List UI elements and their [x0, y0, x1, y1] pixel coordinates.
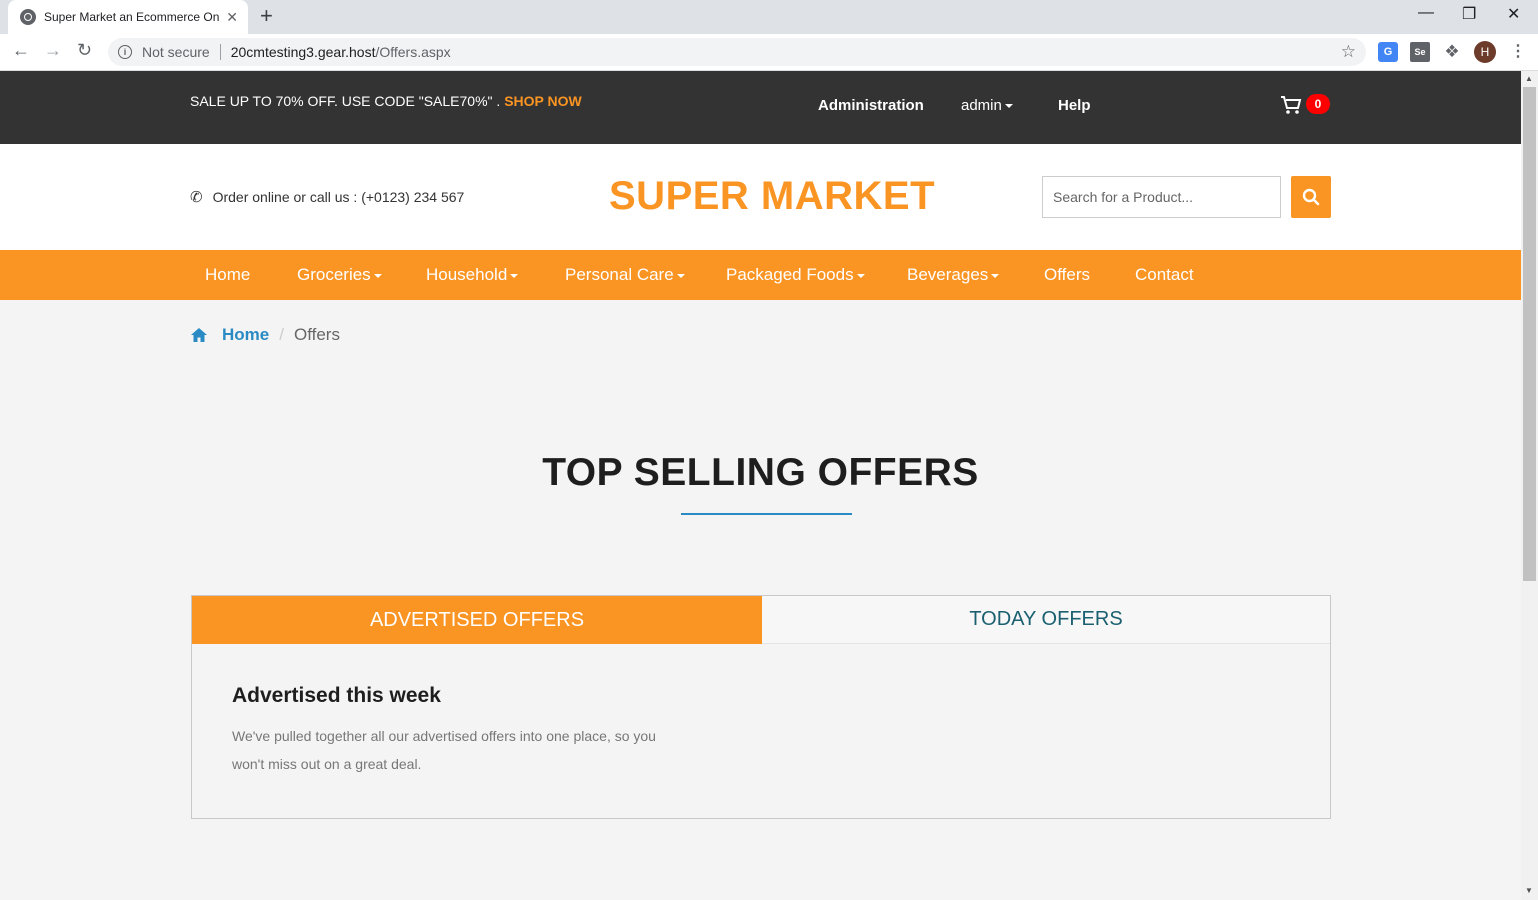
shop-now-link[interactable]: SHOP NOW — [504, 93, 582, 109]
puzzle-icon[interactable]: ❖ — [1442, 42, 1462, 62]
url-text[interactable]: 20cmtesting3.gear.host/Offers.aspx — [231, 44, 451, 60]
tab-advertised-offers[interactable]: ADVERTISED OFFERS — [192, 596, 762, 644]
panel-description: We've pulled together all our advertised… — [232, 728, 656, 772]
nav-packaged-foods-label: Packaged Foods — [726, 265, 854, 284]
nav-home[interactable]: Home — [205, 265, 250, 285]
cart-icon[interactable] — [1280, 95, 1302, 121]
nav-personal-care[interactable]: Personal Care — [565, 265, 685, 285]
address-bar[interactable]: i Not secure 20cmtesting3.gear.host/Offe… — [108, 38, 1366, 66]
site-logo[interactable]: SUPER MARKET — [609, 174, 935, 219]
breadcrumb: Home / Offers — [190, 325, 340, 345]
search-icon — [1302, 188, 1320, 206]
forward-icon[interactable]: → — [44, 40, 62, 61]
caret-down-icon — [373, 273, 382, 278]
caret-down-icon — [1004, 104, 1013, 109]
top-bar: SALE UP TO 70% OFF. USE CODE "SALE70%" .… — [0, 71, 1521, 144]
breadcrumb-home-link[interactable]: Home — [222, 325, 269, 345]
url-path: /Offers.aspx — [375, 44, 451, 60]
nav-household-label: Household — [426, 265, 508, 284]
globe-icon — [20, 9, 36, 25]
profile-avatar[interactable]: H — [1474, 41, 1496, 63]
panel-heading: Advertised this week — [232, 684, 441, 707]
help-link[interactable]: Help — [1058, 97, 1091, 114]
divider — [219, 44, 221, 60]
page-scrollbar[interactable]: ▲ ▼ — [1521, 71, 1538, 900]
phone-text: Order online or call us : (+0123) 234 56… — [212, 189, 465, 205]
security-label: Not secure — [142, 44, 210, 60]
minimize-icon[interactable]: — — [1418, 4, 1434, 22]
nav-household[interactable]: Household — [426, 265, 519, 285]
tab-title: Super Market an Ecommerce Onl — [44, 10, 220, 24]
caret-down-icon — [676, 273, 685, 278]
admin-dropdown[interactable]: admin — [961, 97, 1013, 114]
breadcrumb-current: Offers — [293, 325, 340, 344]
url-host: 20cmtesting3.gear.host — [230, 44, 376, 60]
admin-label: admin — [961, 97, 1002, 114]
administration-link[interactable]: Administration — [818, 97, 924, 114]
breadcrumb-separator: / — [279, 325, 284, 344]
main-navigation: Home Groceries Household Personal Care P… — [0, 250, 1521, 300]
selenium-extension-icon[interactable]: Se — [1410, 42, 1430, 62]
browser-toolbar: ← → ↻ i Not secure 20cmtesting3.gear.hos… — [0, 34, 1538, 71]
phone-icon: ✆ — [190, 189, 203, 206]
caret-down-icon — [510, 273, 519, 278]
nav-beverages-label: Beverages — [907, 265, 989, 284]
title-underline — [681, 513, 852, 515]
home-icon[interactable] — [190, 327, 208, 343]
back-icon[interactable]: ← — [12, 40, 30, 61]
offers-tabs: ADVERTISED OFFERS TODAY OFFERS Advertise… — [191, 595, 1331, 819]
phone-contact: ✆ Order online or call us : (+0123) 234 … — [190, 188, 464, 206]
promo-text: SALE UP TO 70% OFF. USE CODE "SALE70%" . — [190, 93, 501, 109]
close-icon[interactable]: ✕ — [226, 9, 238, 26]
translate-extension-icon[interactable]: G — [1378, 42, 1398, 62]
browser-tab[interactable]: Super Market an Ecommerce Onl ✕ — [8, 0, 248, 34]
caret-down-icon — [856, 273, 865, 278]
caret-down-icon — [991, 273, 1000, 278]
nav-personal-care-label: Personal Care — [565, 265, 674, 284]
nav-contact[interactable]: Contact — [1135, 265, 1194, 285]
scroll-up-icon[interactable]: ▲ — [1525, 74, 1533, 83]
new-tab-button[interactable]: + — [260, 5, 273, 27]
search-input[interactable] — [1042, 176, 1281, 218]
nav-groceries[interactable]: Groceries — [297, 265, 382, 285]
site-header: ✆ Order online or call us : (+0123) 234 … — [0, 144, 1521, 250]
scrollbar-thumb[interactable] — [1523, 87, 1536, 581]
reload-icon[interactable]: ↻ — [77, 40, 92, 61]
tab-today-offers[interactable]: TODAY OFFERS — [762, 596, 1330, 644]
browser-tab-strip: Super Market an Ecommerce Onl ✕ + — ❐ ✕ — [0, 0, 1538, 34]
nav-groceries-label: Groceries — [297, 265, 371, 284]
page-viewport: SALE UP TO 70% OFF. USE CODE "SALE70%" .… — [0, 71, 1521, 900]
nav-packaged-foods[interactable]: Packaged Foods — [726, 265, 865, 285]
promo-banner: SALE UP TO 70% OFF. USE CODE "SALE70%" .… — [190, 93, 582, 109]
menu-icon[interactable]: ⋮ — [1508, 42, 1528, 62]
cart-count-badge: 0 — [1306, 94, 1330, 114]
nav-beverages[interactable]: Beverages — [907, 265, 1000, 285]
search-button[interactable] — [1291, 176, 1331, 218]
nav-offers[interactable]: Offers — [1044, 265, 1090, 285]
page-title: TOP SELLING OFFERS — [542, 451, 979, 494]
restore-icon[interactable]: ❐ — [1462, 4, 1476, 24]
star-icon[interactable]: ☆ — [1341, 42, 1356, 62]
window-close-icon[interactable]: ✕ — [1507, 4, 1520, 24]
info-icon[interactable]: i — [118, 45, 132, 59]
scroll-down-icon[interactable]: ▼ — [1525, 886, 1533, 895]
